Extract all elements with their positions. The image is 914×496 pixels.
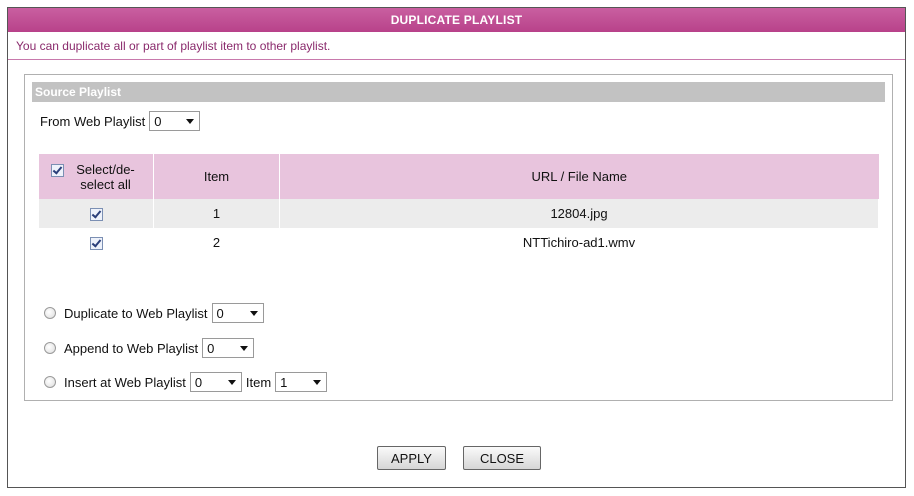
row-file-name: 12804.jpg xyxy=(279,199,879,228)
source-playlist-group: Source Playlist From Web Playlist 0 Sele… xyxy=(24,74,893,401)
playlist-items-table: Select/de-select all Item URL / File Nam… xyxy=(39,154,879,257)
row-2-checkbox[interactable] xyxy=(89,237,103,251)
insert-playlist-select[interactable]: 0 xyxy=(189,372,242,392)
select-all-label: Select/de-select all xyxy=(76,161,135,192)
apply-button[interactable]: APPLY xyxy=(377,446,446,470)
insert-option-row: Insert at Web Playlist 0 Item 1 xyxy=(44,372,328,392)
chevron-down-icon xyxy=(240,345,249,351)
append-playlist-select[interactable]: 0 xyxy=(202,338,255,358)
append-playlist-value: 0 xyxy=(207,340,215,356)
duplicate-playlist-select[interactable]: 0 xyxy=(211,303,264,323)
append-label: Append to Web Playlist xyxy=(64,340,199,356)
insert-playlist-value: 0 xyxy=(194,374,203,390)
row-1-checkbox[interactable] xyxy=(89,208,103,222)
insert-item-label: Item xyxy=(245,374,272,390)
table-row: 2 NTTichiro-ad1.wmv xyxy=(39,228,879,257)
chevron-down-icon xyxy=(186,118,195,124)
from-web-playlist-select[interactable]: 0 xyxy=(149,111,201,131)
duplicate-playlist-dialog: DUPLICATE PLAYLIST You can duplicate all… xyxy=(7,7,906,488)
insert-radio[interactable] xyxy=(44,376,56,388)
duplicate-radio[interactable] xyxy=(44,307,56,319)
close-button[interactable]: CLOSE xyxy=(463,446,541,470)
row-item-number: 1 xyxy=(153,199,280,228)
chevron-down-icon xyxy=(227,379,236,385)
insert-label: Insert at Web Playlist xyxy=(64,374,186,390)
dialog-title: DUPLICATE PLAYLIST xyxy=(8,8,905,32)
chevron-down-icon xyxy=(249,310,258,316)
table-row: 1 12804.jpg xyxy=(39,199,879,228)
append-radio[interactable] xyxy=(44,342,56,354)
description-text: You can duplicate all or part of playlis… xyxy=(16,39,331,53)
item-column-header: Item xyxy=(153,154,280,199)
from-web-playlist-label: From Web Playlist xyxy=(40,113,146,129)
table-header-row: Select/de-select all Item URL / File Nam… xyxy=(39,154,879,199)
duplicate-option-row: Duplicate to Web Playlist 0 xyxy=(44,303,264,323)
row-file-name: NTTichiro-ad1.wmv xyxy=(279,228,879,257)
row-checkbox-cell xyxy=(39,199,154,228)
source-playlist-heading: Source Playlist xyxy=(32,82,885,102)
url-column-header: URL / File Name xyxy=(279,154,879,199)
select-all-header: Select/de-select all xyxy=(39,154,154,199)
chevron-down-icon xyxy=(313,379,322,385)
description-divider xyxy=(8,59,905,60)
insert-item-select[interactable]: 1 xyxy=(275,372,328,392)
from-web-playlist-value: 0 xyxy=(154,113,162,129)
select-all-checkbox[interactable] xyxy=(50,163,64,177)
duplicate-label: Duplicate to Web Playlist xyxy=(64,305,208,321)
row-checkbox-cell xyxy=(39,228,154,257)
row-item-number: 2 xyxy=(153,228,280,257)
append-option-row: Append to Web Playlist 0 xyxy=(44,338,255,358)
from-web-playlist-row: From Web Playlist 0 xyxy=(40,111,201,131)
duplicate-playlist-value: 0 xyxy=(216,305,224,321)
insert-item-value: 1 xyxy=(280,374,288,390)
